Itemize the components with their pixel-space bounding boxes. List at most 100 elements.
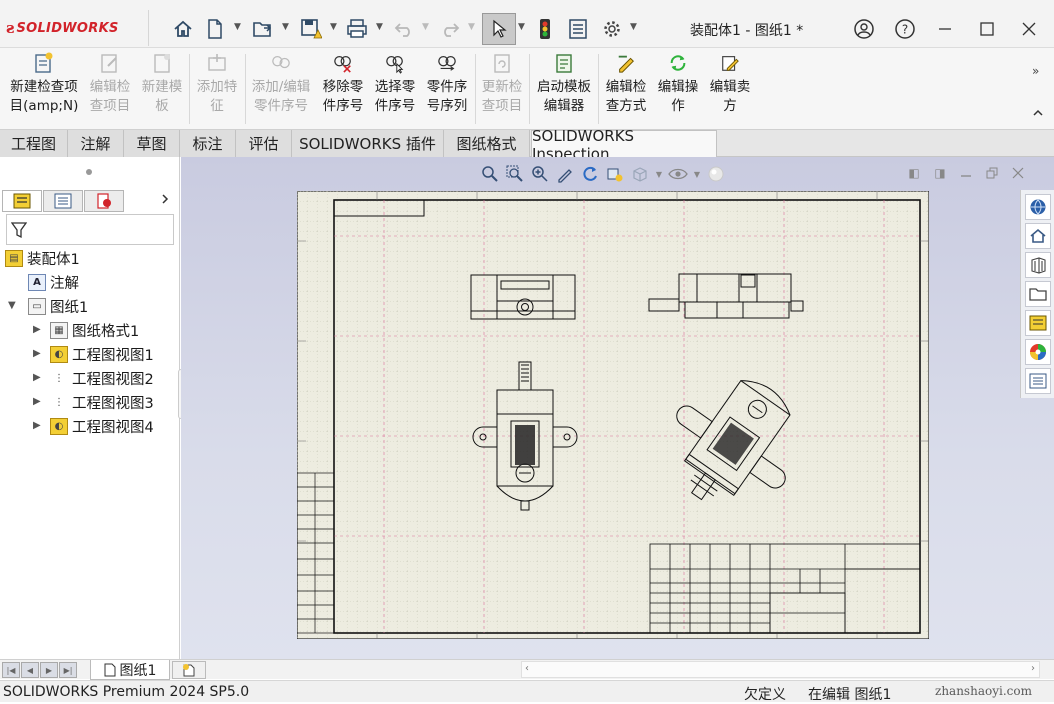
maximize-button[interactable]	[974, 16, 1000, 42]
panel-splitter-handle[interactable]	[86, 169, 92, 175]
tab-addins[interactable]: SOLIDWORKS 插件	[292, 130, 444, 157]
rebuild-button[interactable]	[534, 13, 556, 45]
tab-annotation[interactable]: 注解	[68, 130, 124, 157]
tab-inspection[interactable]: SOLIDWORKS Inspection	[531, 127, 717, 163]
ribbon-overflow-button[interactable]: »	[1032, 64, 1039, 78]
design-library-button[interactable]	[1025, 252, 1051, 278]
appearance-button[interactable]	[705, 163, 727, 185]
chevron-down-icon[interactable]: ▼	[468, 22, 476, 34]
edit-inspection-project-button[interactable]: 编辑检 查项目	[86, 52, 134, 116]
display-style-button[interactable]	[629, 163, 651, 185]
undo-button[interactable]	[392, 13, 416, 45]
options-button[interactable]	[600, 13, 624, 45]
feature-manager-tab[interactable]	[2, 190, 42, 212]
hide-show-button[interactable]	[667, 163, 689, 185]
tab-markup[interactable]: 标注	[180, 130, 236, 157]
home-pane-button[interactable]	[1025, 223, 1051, 249]
chevron-down-icon[interactable]: ▼	[282, 22, 290, 34]
last-sheet-button[interactable]: ▶|	[59, 662, 77, 678]
pan-button[interactable]	[554, 163, 576, 185]
edit-inspection-method-button[interactable]: 编辑检 查方式	[601, 52, 651, 116]
remove-balloon-button[interactable]: 移除零 件序号	[318, 52, 368, 116]
tree-item-view1[interactable]: ◐ 工程图视图1	[50, 343, 154, 365]
sheet-tab-sheet1[interactable]: 图纸1	[90, 660, 170, 680]
tree-item-view2[interactable]: ⋮ 工程图视图2	[50, 367, 154, 389]
previous-sheet-button[interactable]: ◀	[21, 662, 39, 678]
appearances-button[interactable]	[1025, 339, 1051, 365]
custom-properties-button[interactable]	[1025, 368, 1051, 394]
panel-tabs-more-button[interactable]	[160, 193, 170, 209]
edit-vendor-button[interactable]: 编辑卖 方	[706, 52, 754, 116]
update-inspection-button[interactable]: 更新检 查项目	[478, 52, 526, 116]
resources-button[interactable]	[1025, 194, 1051, 220]
drawing-sheet[interactable]	[297, 191, 929, 639]
horizontal-scrollbar[interactable]: ‹ ›	[521, 661, 1040, 678]
config-manager-tab[interactable]	[84, 190, 124, 212]
tree-filter[interactable]	[6, 214, 174, 245]
section-view-button[interactable]	[604, 163, 626, 185]
chevron-right-icon[interactable]: ▶	[33, 324, 41, 335]
view-palette-button[interactable]	[1025, 310, 1051, 336]
chevron-right-icon[interactable]: ▶	[33, 372, 41, 383]
open-button[interactable]	[250, 13, 276, 45]
add-feature-button[interactable]: 添加特 征	[192, 52, 242, 116]
select-balloon-button[interactable]: 选择零 件序号	[370, 52, 420, 116]
tree-item-view3[interactable]: ⋮ 工程图视图3	[50, 391, 154, 413]
tree-root-assembly[interactable]: ▤ 装配体1	[5, 247, 80, 269]
balloon-sequence-button[interactable]: 零件序 号序列	[422, 52, 472, 116]
rotate-view-button[interactable]	[579, 163, 601, 185]
close-doc-button[interactable]	[1009, 165, 1027, 181]
file-properties-button[interactable]	[566, 13, 590, 45]
chevron-down-icon[interactable]: ▼	[234, 22, 242, 34]
chevron-down-icon[interactable]: ▼	[692, 163, 702, 185]
zoom-to-area-button[interactable]	[504, 163, 526, 185]
chevron-right-icon[interactable]: ▶	[33, 420, 41, 431]
chevron-down-icon[interactable]: ▼	[8, 300, 16, 311]
chevron-down-icon[interactable]: ▼	[330, 22, 338, 34]
tab-evaluate[interactable]: 评估	[236, 130, 292, 157]
print-button[interactable]	[344, 13, 370, 45]
launch-template-editor-button[interactable]: 启动模板 编辑器	[533, 52, 595, 116]
chevron-right-icon[interactable]: ›	[1031, 663, 1035, 674]
chevron-right-icon[interactable]: ▶	[33, 348, 41, 359]
chevron-left-icon[interactable]: ‹	[525, 663, 529, 674]
tab-drawing[interactable]: 工程图	[0, 130, 68, 157]
add-edit-balloon-button[interactable]: 添加/编辑 零件序号	[248, 52, 314, 116]
account-button[interactable]	[851, 16, 877, 42]
collapse-ribbon-button[interactable]	[1032, 108, 1044, 121]
zoom-to-fit-button[interactable]	[479, 163, 501, 185]
tree-item-sheet1[interactable]: ▭ 图纸1	[28, 295, 88, 317]
select-button[interactable]	[482, 13, 516, 45]
tab-sketch[interactable]: 草图	[124, 130, 180, 157]
close-button[interactable]	[1016, 16, 1042, 42]
first-sheet-button[interactable]: |◀	[2, 662, 20, 678]
chevron-down-icon[interactable]: ▼	[518, 22, 526, 34]
graphics-area[interactable]: ▼ ▼ ◧ ◨	[181, 157, 1054, 659]
next-sheet-button[interactable]: ▶	[40, 662, 58, 678]
file-explorer-button[interactable]	[1025, 281, 1051, 307]
previous-view-button[interactable]: ◧	[905, 165, 923, 181]
chevron-down-icon[interactable]: ▼	[654, 163, 664, 185]
new-inspection-project-button[interactable]: 新建检查项 目(amp;N)	[6, 52, 82, 116]
help-button[interactable]: ?	[892, 16, 918, 42]
minimize-doc-button[interactable]	[957, 165, 975, 181]
zoom-in-out-button[interactable]	[529, 163, 551, 185]
next-view-button[interactable]: ◨	[931, 165, 949, 181]
new-document-button[interactable]	[204, 13, 226, 45]
property-manager-tab[interactable]	[43, 190, 83, 212]
add-sheet-button[interactable]	[172, 661, 206, 679]
save-button[interactable]	[298, 13, 324, 45]
home-button[interactable]	[170, 13, 196, 45]
chevron-right-icon[interactable]: ▶	[33, 396, 41, 407]
new-template-button[interactable]: 新建模 板	[138, 52, 186, 116]
chevron-down-icon[interactable]: ▼	[376, 22, 384, 34]
minimize-button[interactable]	[932, 16, 958, 42]
redo-button[interactable]	[438, 13, 462, 45]
tree-item-view4[interactable]: ◐ 工程图视图4	[50, 415, 154, 437]
tree-item-annotations[interactable]: A 注解	[28, 271, 79, 293]
restore-doc-button[interactable]	[983, 165, 1001, 181]
tab-sheet-format[interactable]: 图纸格式	[444, 130, 530, 157]
tree-item-sheet-format[interactable]: ▦ 图纸格式1	[50, 319, 139, 341]
edit-operation-button[interactable]: 编辑操 作	[654, 52, 702, 116]
chevron-down-icon[interactable]: ▼	[630, 22, 638, 34]
